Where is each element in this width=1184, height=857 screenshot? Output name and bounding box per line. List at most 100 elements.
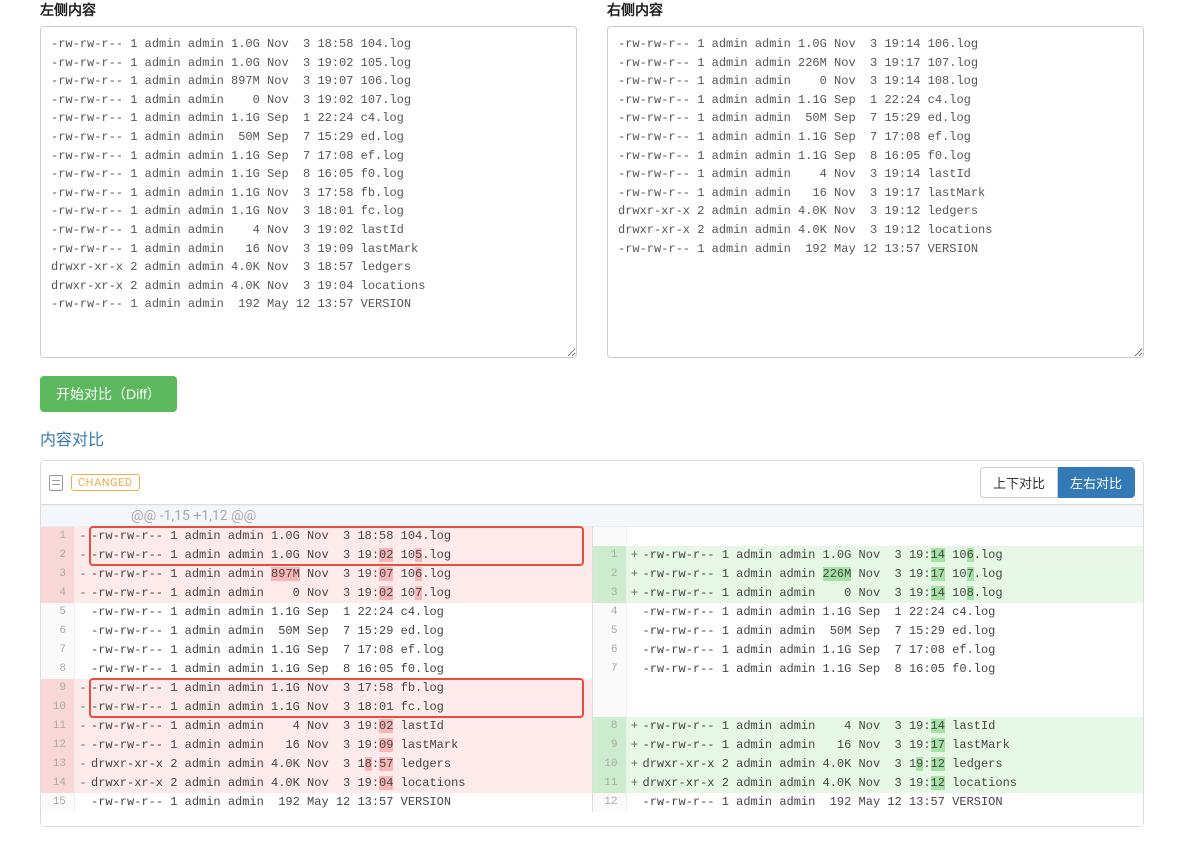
line-number: 8 <box>593 717 627 736</box>
line-number <box>593 698 627 717</box>
diff-code: drwxr-xr-x 2 admin admin 4.0K Nov 3 19:0… <box>91 774 592 793</box>
start-diff-button[interactable]: 开始对比（Diff） <box>40 376 177 412</box>
view-updown-button[interactable]: 上下对比 <box>980 467 1058 498</box>
left-input-panel: 左侧内容 <box>40 0 577 362</box>
diff-sign <box>627 641 643 660</box>
diff-row: 9--rw-rw-r-- 1 admin admin 1.1G Nov 3 17… <box>41 679 592 698</box>
diff-code: -rw-rw-r-- 1 admin admin 1.0G Nov 3 19:1… <box>643 546 1144 565</box>
diff-code: -rw-rw-r-- 1 admin admin 1.1G Sep 1 22:2… <box>643 603 1144 622</box>
diff-code: -rw-rw-r-- 1 admin admin 192 May 12 13:5… <box>643 793 1144 812</box>
line-number: 11 <box>41 717 75 736</box>
diff-sign <box>627 603 643 622</box>
line-number: 1 <box>41 527 75 546</box>
line-number: 2 <box>593 565 627 584</box>
diff-sign <box>627 527 643 546</box>
diff-sign: - <box>75 774 91 793</box>
diff-row: 4 -rw-rw-r-- 1 admin admin 1.1G Sep 1 22:… <box>593 603 1144 622</box>
diff-code: -rw-rw-r-- 1 admin admin 897M Nov 3 19:0… <box>91 565 592 584</box>
diff-row: 13-drwxr-xr-x 2 admin admin 4.0K Nov 3 1… <box>41 755 592 774</box>
diff-code: drwxr-xr-x 2 admin admin 4.0K Nov 3 19:1… <box>643 774 1144 793</box>
diff-row: 4--rw-rw-r-- 1 admin admin 0 Nov 3 19:02… <box>41 584 592 603</box>
diff-left-side: 1--rw-rw-r-- 1 admin admin 1.0G Nov 3 18… <box>41 527 593 812</box>
diff-row: 6 -rw-rw-r-- 1 admin admin 1.1G Sep 7 17:… <box>593 641 1144 660</box>
diff-code: -rw-rw-r-- 1 admin admin 226M Nov 3 19:1… <box>643 565 1144 584</box>
diff-sign: - <box>75 717 91 736</box>
diff-row: 12-rw-rw-r-- 1 admin admin 192 May 12 13… <box>593 793 1144 812</box>
diff-code: -rw-rw-r-- 1 admin admin 50M Sep 7 15:29… <box>91 622 592 641</box>
diff-row: 5-rw-rw-r-- 1 admin admin 50M Sep 7 15:2… <box>593 622 1144 641</box>
line-number: 3 <box>41 565 75 584</box>
diff-row <box>593 679 1144 698</box>
diff-code: -rw-rw-r-- 1 admin admin 1.1G Nov 3 18:0… <box>91 698 592 717</box>
line-number: 7 <box>593 660 627 679</box>
diff-row: 8+-rw-rw-r-- 1 admin admin 4 Nov 3 19:14… <box>593 717 1144 736</box>
diff-code <box>643 698 1144 717</box>
diff-body: 1--rw-rw-r-- 1 admin admin 1.0G Nov 3 18… <box>41 527 1143 826</box>
diff-sign: - <box>75 698 91 717</box>
line-number: 13 <box>41 755 75 774</box>
line-number: 1 <box>593 546 627 565</box>
diff-row: 2--rw-rw-r-- 1 admin admin 1.0G Nov 3 19… <box>41 546 592 565</box>
file-icon <box>49 475 63 491</box>
line-number: 5 <box>593 622 627 641</box>
diff-sign <box>75 641 91 660</box>
diff-row: 10--rw-rw-r-- 1 admin admin 1.1G Nov 3 1… <box>41 698 592 717</box>
diff-row: 3+-rw-rw-r-- 1 admin admin 0 Nov 3 19:14… <box>593 584 1144 603</box>
diff-sign: - <box>75 755 91 774</box>
line-number: 15 <box>41 793 75 812</box>
line-number: 12 <box>41 736 75 755</box>
diff-row: 11--rw-rw-r-- 1 admin admin 4 Nov 3 19:0… <box>41 717 592 736</box>
diff-row: 9+-rw-rw-r-- 1 admin admin 16 Nov 3 19:1… <box>593 736 1144 755</box>
line-number: 11 <box>593 774 627 793</box>
diff-sign: + <box>627 717 643 736</box>
line-number: 4 <box>593 603 627 622</box>
line-number: 3 <box>593 584 627 603</box>
line-number: 2 <box>41 546 75 565</box>
diff-row <box>593 527 1144 546</box>
diff-sign <box>627 793 643 812</box>
diff-code: -rw-rw-r-- 1 admin admin 1.1G Sep 8 16:0… <box>91 660 592 679</box>
left-content-textarea[interactable] <box>40 26 577 358</box>
diff-sign: - <box>75 584 91 603</box>
diff-row: 15 -rw-rw-r-- 1 admin admin 192 May 12 13… <box>41 793 592 812</box>
diff-container: CHANGED 上下对比 左右对比 @@ -1,15 +1,12 @@ 1--r… <box>40 460 1144 827</box>
right-panel-label: 右侧内容 <box>607 0 1144 20</box>
line-number: 5 <box>41 603 75 622</box>
diff-code: -rw-rw-r-- 1 admin admin 0 Nov 3 19:02 1… <box>91 584 592 603</box>
changed-badge: CHANGED <box>71 474 140 491</box>
diff-sign: + <box>627 565 643 584</box>
line-number: 6 <box>41 622 75 641</box>
diff-row: 5-rw-rw-r-- 1 admin admin 1.1G Sep 1 22:… <box>41 603 592 622</box>
diff-sign: + <box>627 736 643 755</box>
diff-row: 2+-rw-rw-r-- 1 admin admin 226M Nov 3 19… <box>593 565 1144 584</box>
line-number: 14 <box>41 774 75 793</box>
diff-code: -rw-rw-r-- 1 admin admin 4 Nov 3 19:02 l… <box>91 717 592 736</box>
diff-sign: - <box>75 679 91 698</box>
line-number: 9 <box>593 736 627 755</box>
line-number: 6 <box>593 641 627 660</box>
diff-sign <box>75 622 91 641</box>
right-content-textarea[interactable] <box>607 26 1144 358</box>
diff-row: 7-rw-rw-r-- 1 admin admin 1.1G Sep 8 16:… <box>593 660 1144 679</box>
hunk-header: @@ -1,15 +1,12 @@ <box>41 505 1143 527</box>
diff-sign: + <box>627 546 643 565</box>
diff-sign <box>627 622 643 641</box>
view-toggle: 上下对比 左右对比 <box>980 467 1135 498</box>
diff-sign: - <box>75 527 91 546</box>
view-leftright-button[interactable]: 左右对比 <box>1058 467 1135 498</box>
diff-row: 8-rw-rw-r-- 1 admin admin 1.1G Sep 8 16:… <box>41 660 592 679</box>
diff-row: 14-drwxr-xr-x 2 admin admin 4.0K Nov 3 1… <box>41 774 592 793</box>
diff-code <box>643 679 1144 698</box>
line-number: 7 <box>41 641 75 660</box>
diff-sign <box>627 660 643 679</box>
diff-row: 1+-rw-rw-r-- 1 admin admin 1.0G Nov 3 19… <box>593 546 1144 565</box>
diff-code: -rw-rw-r-- 1 admin admin 192 May 12 13:5… <box>91 793 592 812</box>
line-number: 4 <box>41 584 75 603</box>
diff-code: -rw-rw-r-- 1 admin admin 1.1G Sep 7 17:0… <box>643 641 1144 660</box>
diff-code: -rw-rw-r-- 1 admin admin 0 Nov 3 19:14 1… <box>643 584 1144 603</box>
line-number: 10 <box>41 698 75 717</box>
line-number <box>593 527 627 546</box>
diff-sign <box>627 698 643 717</box>
diff-section-title: 内容对比 <box>40 426 1144 450</box>
line-number: 9 <box>41 679 75 698</box>
